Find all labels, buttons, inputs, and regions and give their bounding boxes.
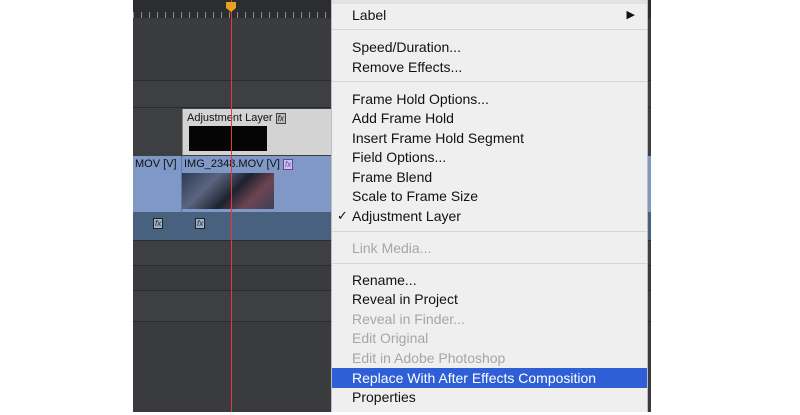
clip-thumbnail xyxy=(182,173,274,209)
clip-thumbnail xyxy=(189,126,267,151)
submenu-arrow-icon: ▶ xyxy=(626,9,635,21)
menu-separator xyxy=(332,231,647,232)
clip-label: IMG_2348.MOV [V] fx xyxy=(184,158,294,170)
menu-item-rename[interactable]: Rename... xyxy=(332,270,647,290)
menu-separator xyxy=(332,81,647,82)
fx-icon: fx xyxy=(275,112,286,124)
menu-item-field-options[interactable]: Field Options... xyxy=(332,147,647,167)
context-menu: Label ▶ Speed/Duration... Remove Effects.… xyxy=(331,0,648,412)
menu-item-adjustment-layer[interactable]: ✓ Adjustment Layer xyxy=(332,206,647,226)
adjustment-layer-clip[interactable]: Adjustment Layer fx xyxy=(182,109,331,155)
menu-item-frame-blend[interactable]: Frame Blend xyxy=(332,167,647,187)
menu-item-edit-original: Edit Original xyxy=(352,330,429,346)
menu-item-properties[interactable]: Properties xyxy=(332,387,647,407)
menu-separator xyxy=(332,263,647,264)
menu-item-reveal-in-finder: Reveal in Finder... xyxy=(352,311,465,327)
menu-item-edit-in-photoshop: Edit in Adobe Photoshop xyxy=(352,350,506,366)
playhead-line[interactable] xyxy=(231,0,232,412)
menu-item-reveal-in-project[interactable]: Reveal in Project xyxy=(332,289,647,309)
fx-icon: fx xyxy=(153,218,164,229)
menu-item-add-frame-hold[interactable]: Add Frame Hold xyxy=(332,108,647,128)
menu-separator xyxy=(332,29,647,30)
checkmark-icon: ✓ xyxy=(337,208,348,223)
clip-label: MOV [V] xyxy=(135,158,177,170)
menu-item-replace-with-ae-composition[interactable]: Replace With After Effects Composition xyxy=(332,368,647,388)
menu-item-label[interactable]: Label ▶ xyxy=(332,5,647,25)
menu-item-insert-frame-hold-segment[interactable]: Insert Frame Hold Segment xyxy=(332,128,647,148)
fx-icon: fx xyxy=(282,158,294,170)
menu-item-speed-duration[interactable]: Speed/Duration... xyxy=(332,37,647,57)
menu-item-link-media: Link Media... xyxy=(352,240,432,256)
menu-edge xyxy=(332,0,647,4)
menu-item-remove-effects[interactable]: Remove Effects... xyxy=(332,57,647,77)
menu-item-scale-to-frame-size[interactable]: Scale to Frame Size xyxy=(332,186,647,206)
clip-label: Adjustment Layer fx xyxy=(187,112,286,124)
fx-icon: fx xyxy=(195,218,206,229)
menu-item-frame-hold-options[interactable]: Frame Hold Options... xyxy=(332,89,647,109)
